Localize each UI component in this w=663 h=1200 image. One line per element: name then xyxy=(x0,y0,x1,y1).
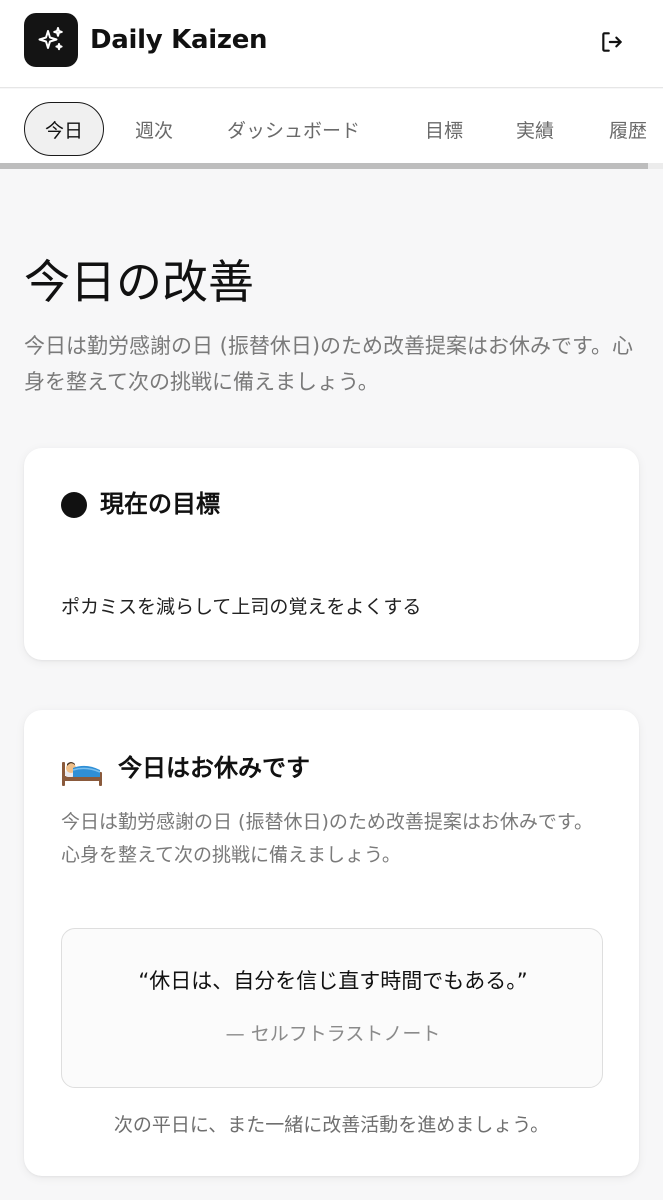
goal-text: ポカミスを減らして上司の覚えをよくする xyxy=(61,596,422,618)
tab-scrollbar-thumb[interactable] xyxy=(0,163,648,169)
rest-heading: 今日はお休みです xyxy=(118,754,310,782)
rest-day-card: 今日はお休みです 今日は勤労感謝の日 (振替休日)のため改善提案はお休みです。心… xyxy=(24,710,639,1176)
tab-scrollbar[interactable] xyxy=(0,163,663,169)
sleeping-in-bed-icon xyxy=(62,762,102,786)
tab-goals[interactable]: 目標 xyxy=(425,102,463,156)
current-goal-card: 現在の目標 ポカミスを減らして上司の覚えをよくする xyxy=(24,448,639,660)
app-title: Daily Kaizen xyxy=(90,25,268,55)
rest-description: 今日は勤労感謝の日 (振替休日)のため改善提案はお休みです。心身を整えて次の挑戦… xyxy=(61,811,593,866)
logout-icon xyxy=(602,32,622,52)
goal-heading: 現在の目標 xyxy=(100,490,220,518)
page-title: 今日の改善 xyxy=(24,255,254,309)
quote-text: “休日は、自分を信じ直す時間でもある。” xyxy=(138,969,528,993)
tab-dashboard[interactable]: ダッシュボード xyxy=(227,102,360,156)
circle-icon xyxy=(61,492,87,518)
tab-bar: 今日 週次 ダッシュボード 目標 実績 履歴 xyxy=(0,89,663,169)
logout-button[interactable] xyxy=(596,26,628,58)
sparkles-icon[interactable] xyxy=(24,13,78,67)
quote-box: “休日は、自分を信じ直す時間でもある。” — セルフトラストノート xyxy=(61,928,603,1088)
app-header: Daily Kaizen xyxy=(0,0,663,88)
page-subtitle: 今日は勤労感謝の日 (振替休日)のため改善提案はお休みです。心身を整えて次の挑戦… xyxy=(24,334,633,394)
tab-history[interactable]: 履歴 xyxy=(609,102,647,156)
rest-footer-message: 次の平日に、また一緒に改善活動を進めましょう。 xyxy=(113,1114,550,1136)
tab-achievements[interactable]: 実績 xyxy=(516,102,554,156)
tab-weekly[interactable]: 週次 xyxy=(135,102,173,156)
quote-source: — セルフトラストノート xyxy=(225,1023,441,1045)
tab-today[interactable]: 今日 xyxy=(24,102,104,156)
